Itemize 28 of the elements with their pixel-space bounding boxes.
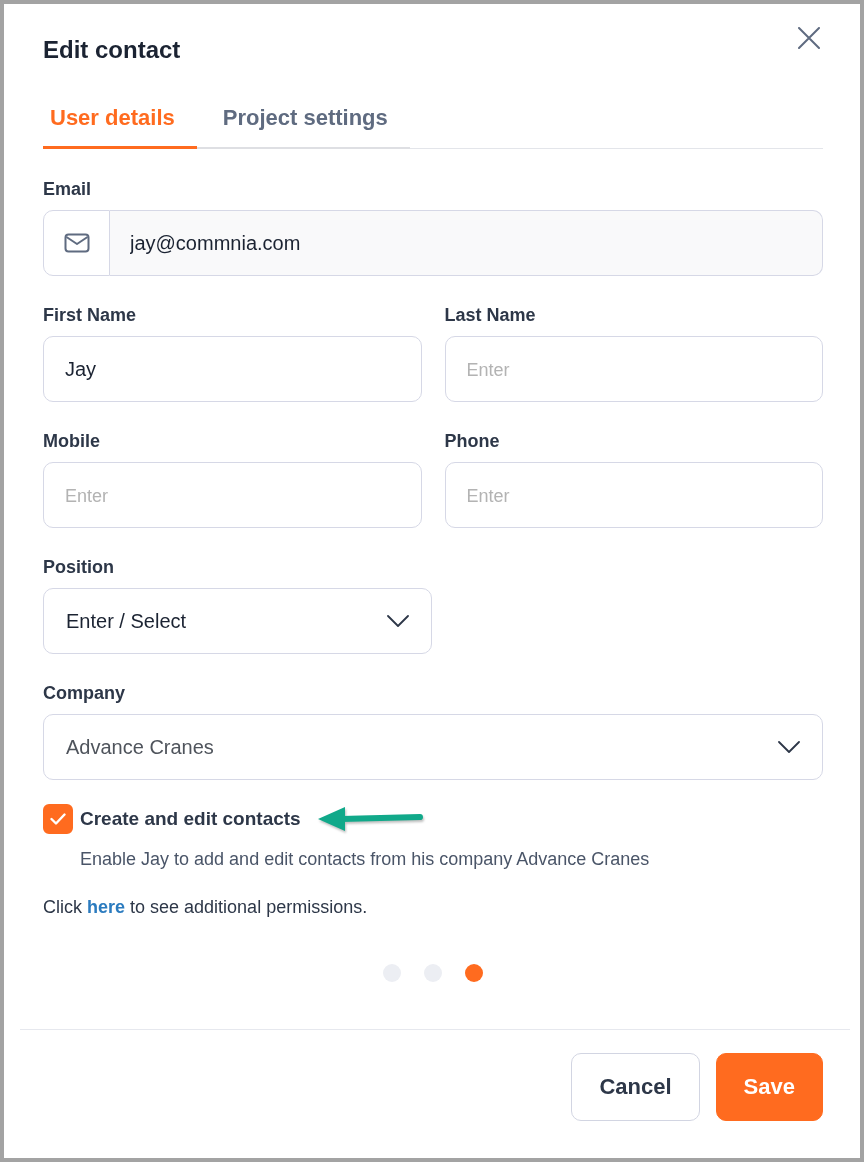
dropdown-select[interactable]: Advance Cranes [43, 714, 823, 780]
email-field[interactable]: jay@commnia.com [110, 210, 823, 276]
text-field[interactable]: Jay [43, 336, 422, 402]
checkbox-label[interactable]: Create and edit contacts [80, 807, 301, 831]
pager-dot[interactable] [465, 964, 483, 982]
cancel-button[interactable]: Cancel [571, 1053, 700, 1121]
here-link[interactable]: here [87, 897, 126, 917]
dropdown-select[interactable]: Enter / Select [43, 588, 432, 654]
mail-icon [63, 233, 90, 253]
field-label: Position [43, 556, 114, 579]
field-label: First Name [43, 304, 137, 327]
close-icon[interactable] [798, 27, 820, 49]
checkbox-description: Enable Jay to add and edit contacts from his company Advance Cranes [80, 848, 651, 871]
checkmark-icon [50, 813, 66, 825]
field-label: Company [43, 682, 125, 705]
permissions-note: Click here to see additional permissions. [43, 896, 368, 919]
text-field[interactable]: Enter [444, 462, 823, 528]
field-label: Last Name [444, 304, 536, 327]
field-label: Email [43, 178, 92, 201]
chevron-down-icon [778, 741, 800, 753]
chevron-down-icon [387, 615, 409, 627]
dialog-title: Edit contact [43, 35, 181, 65]
field-label: Mobile [43, 430, 100, 453]
checkbox[interactable] [43, 804, 73, 834]
text-field[interactable]: Enter [43, 462, 422, 528]
field-label: Phone [444, 430, 500, 453]
tab[interactable]: Project settings [196, 90, 410, 149]
text-field[interactable]: Enter [444, 336, 823, 402]
